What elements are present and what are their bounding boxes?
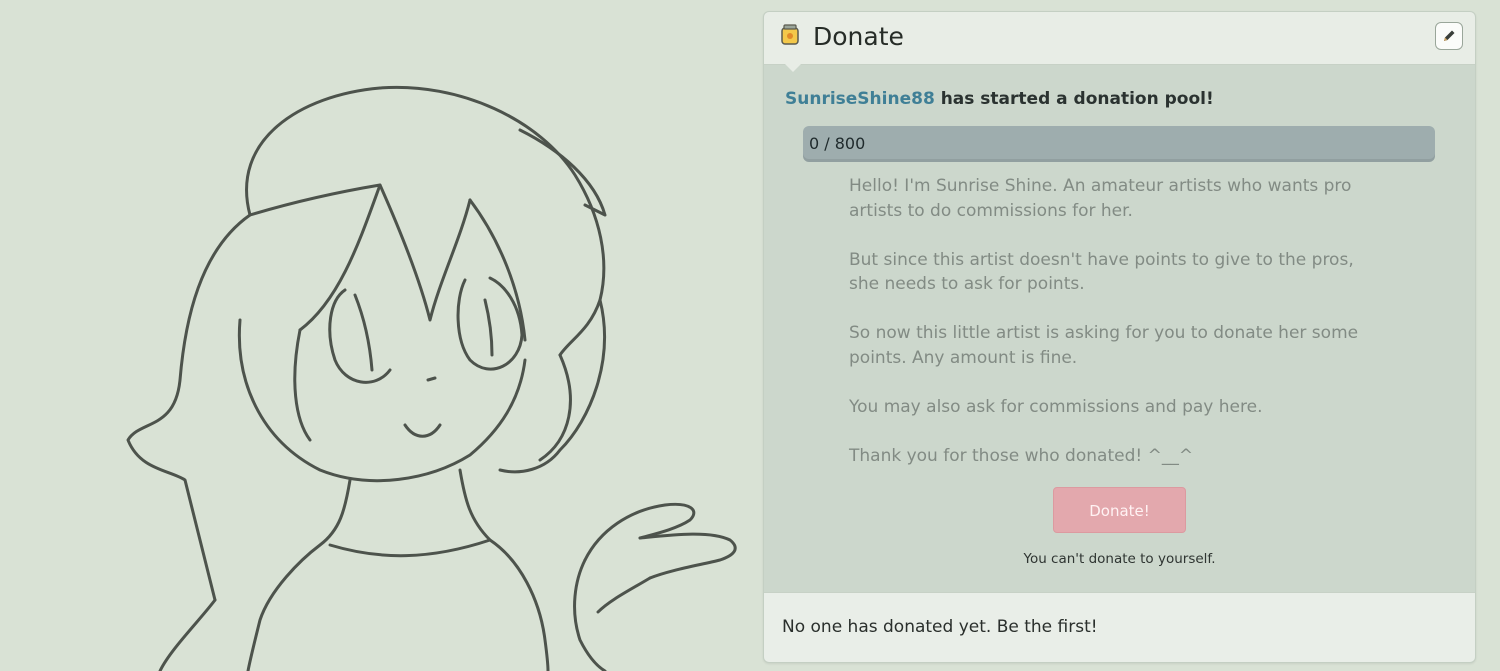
description-paragraph: You may also ask for commissions and pay… — [849, 396, 1263, 417]
progress-label: 0 / 800 — [809, 134, 866, 153]
pool-announcement: SunriseShine88 has started a donation po… — [785, 89, 1214, 109]
cant-donate-notice: You can't donate to yourself. — [1023, 551, 1216, 567]
donation-progress-bar: 0 / 800 — [803, 126, 1435, 162]
pool-user-link[interactable]: SunriseShine88 — [785, 89, 935, 109]
pool-description: Hello! I'm Sunrise Shine. An amateur art… — [849, 174, 1389, 468]
description-paragraph: So now this little artist is asking for … — [849, 323, 1359, 368]
pencil-icon — [1444, 30, 1455, 41]
widget-title: Donate — [813, 22, 904, 51]
donors-status: No one has donated yet. Be the first! — [782, 617, 1098, 637]
widget-content: SunriseShine88 has started a donation po… — [764, 65, 1475, 593]
description-paragraph: But since this artist doesn't have point… — [849, 249, 1354, 295]
character-sketch-icon — [126, 85, 737, 671]
donate-button[interactable]: Donate! — [1053, 487, 1186, 533]
description-paragraph: Hello! I'm Sunrise Shine. An amateur art… — [849, 176, 1352, 221]
jar-icon — [780, 24, 800, 46]
pool-text: has started a donation pool! — [934, 89, 1214, 109]
donate-widget: Donate SunriseShine88 has started a dona… — [763, 11, 1476, 663]
edit-button[interactable] — [1435, 22, 1463, 50]
character-sketch-image — [0, 0, 760, 671]
widget-header: Donate — [764, 12, 1475, 72]
description-paragraph: Thank you for those who donated! ^__^ — [849, 445, 1194, 466]
widget-footer: No one has donated yet. Be the first! — [764, 592, 1475, 662]
